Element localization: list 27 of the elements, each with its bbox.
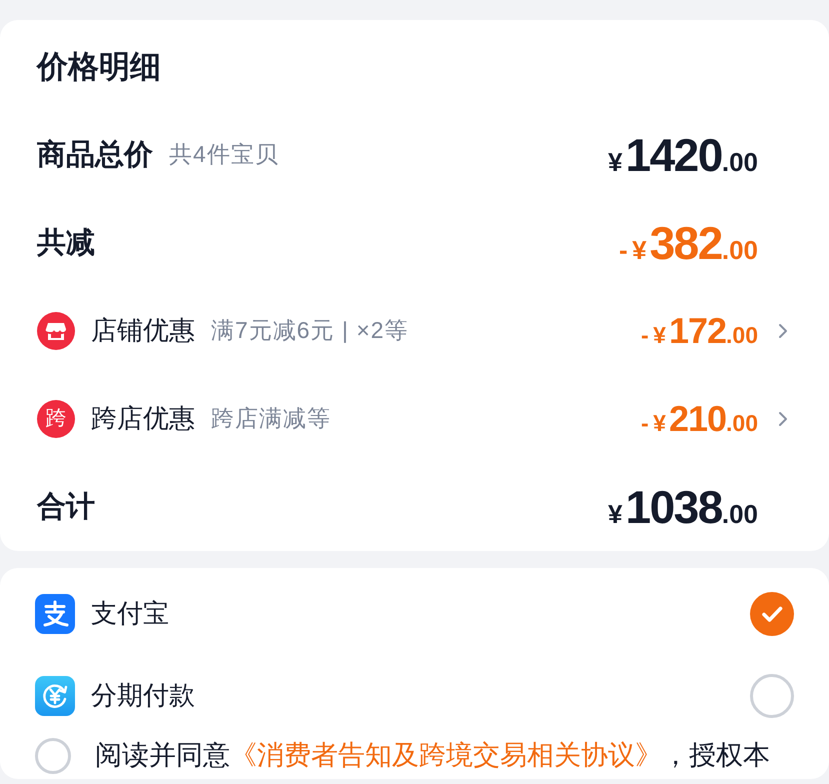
shop-icon — [37, 312, 75, 350]
currency-cycle-icon — [35, 676, 75, 716]
chevron-right-icon[interactable] — [778, 323, 788, 339]
row-label: 店铺优惠 — [91, 315, 195, 347]
agreement-link[interactable]: 《消费者告知及跨境交易相关协议》 — [230, 740, 662, 770]
store-tag-badge: 跨 — [37, 400, 75, 438]
radio-unchecked-icon[interactable] — [750, 674, 794, 718]
price-amount: ¥1038.00 — [608, 484, 758, 530]
row-label: 共减 — [37, 226, 95, 260]
price-amount: - ¥382.00 — [619, 220, 758, 266]
row-note: 跨店满减等 — [211, 405, 331, 433]
agreement-text: 阅读并同意《消费者告知及跨境交易相关协议》，授权本 — [95, 739, 770, 772]
row-label: 商品总价 — [37, 138, 153, 172]
row-label: 跨店优惠 — [91, 403, 195, 435]
radio-checked-icon[interactable] — [750, 592, 794, 636]
radio-unchecked-icon[interactable] — [35, 738, 71, 774]
payment-method-label: 分期付款 — [91, 680, 195, 712]
price-amount: ¥1420.00 — [608, 132, 758, 178]
row-note: 共4件宝贝 — [169, 141, 279, 169]
row-note: 满7元减6元 | ×2等 — [211, 317, 409, 345]
price-amount: - ¥172.00 — [641, 313, 758, 349]
price-amount: - ¥210.00 — [641, 401, 758, 437]
app-logo-icon — [35, 594, 75, 634]
row-label: 合计 — [37, 490, 95, 524]
chevron-right-icon[interactable] — [778, 411, 788, 427]
payment-method-label: 支付宝 — [91, 598, 169, 630]
section-title: 价格明细 — [37, 48, 161, 86]
